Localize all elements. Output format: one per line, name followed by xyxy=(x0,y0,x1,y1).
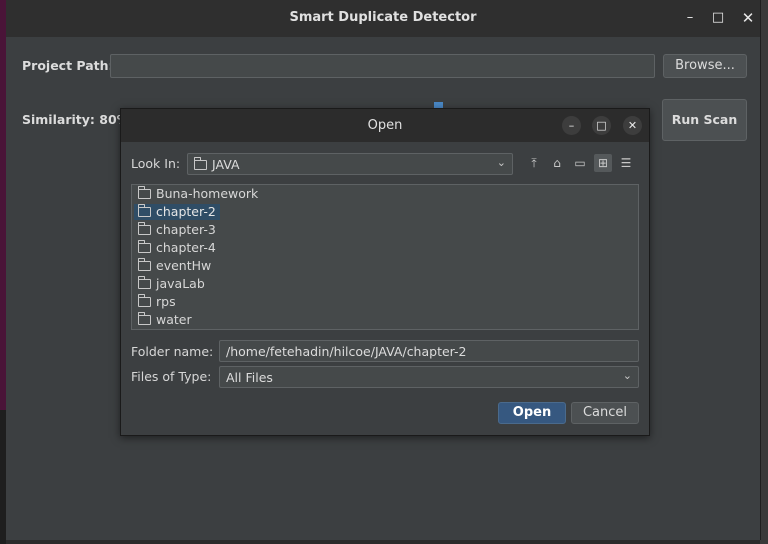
list-item[interactable]: Buna-homework xyxy=(134,186,262,202)
chevron-down-icon: ⌄ xyxy=(496,156,506,169)
chevron-down-icon: ⌄ xyxy=(622,369,632,382)
list-item[interactable]: javaLab xyxy=(134,276,209,292)
list-item-label: chapter-2 xyxy=(156,204,216,219)
look-in-dropdown[interactable]: JAVA ⌄ xyxy=(187,153,513,175)
project-path-label: Project Path: xyxy=(22,58,114,73)
folder-icon xyxy=(138,312,151,325)
open-dialog: Open – □ ✕ Look In: JAVA ⌄ ⤒ ⌂ ▭ ⊞ ☰ Bun… xyxy=(120,108,650,436)
window-titlebar: Smart Duplicate Detector – □ ✕ xyxy=(6,0,760,37)
maximize-icon[interactable]: □ xyxy=(709,9,727,27)
folder-name-input[interactable]: /home/fetehadin/hilcoe/JAVA/chapter-2 xyxy=(219,340,639,362)
close-icon[interactable]: ✕ xyxy=(739,9,757,27)
list-item[interactable]: chapter-2 xyxy=(134,204,220,220)
similarity-label: Similarity: 80% xyxy=(22,112,130,127)
up-folder-icon[interactable]: ⤒ xyxy=(525,154,543,172)
folder-name-label: Folder name: xyxy=(131,344,214,359)
look-in-label: Look In: xyxy=(131,156,181,171)
home-icon[interactable]: ⌂ xyxy=(548,154,566,172)
folder-icon xyxy=(138,276,151,289)
folder-icon xyxy=(138,294,151,307)
file-list[interactable]: Buna-homework chapter-2 chapter-3 chapter-4… xyxy=(131,184,639,330)
window-title: Smart Duplicate Detector xyxy=(289,10,477,25)
files-of-type-label: Files of Type: xyxy=(131,369,212,384)
details-view-icon[interactable]: ☰ xyxy=(617,154,635,172)
project-path-input[interactable] xyxy=(110,54,655,78)
run-scan-button[interactable]: Run Scan xyxy=(662,99,747,141)
list-item-label: eventHw xyxy=(156,258,212,273)
folder-icon xyxy=(138,258,151,271)
list-item-label: Buna-homework xyxy=(156,186,259,201)
dialog-maximize-icon[interactable]: □ xyxy=(592,116,611,135)
folder-icon xyxy=(138,186,151,199)
list-item-label: javaLab xyxy=(156,276,205,291)
folder-icon xyxy=(138,204,151,217)
list-item-label: chapter-3 xyxy=(156,222,216,237)
browse-button[interactable]: Browse... xyxy=(663,54,747,78)
new-folder-icon[interactable]: ▭ xyxy=(571,154,589,172)
list-view-icon[interactable]: ⊞ xyxy=(594,154,612,172)
files-of-type-dropdown[interactable]: All Files ⌄ xyxy=(219,366,639,388)
minimize-icon[interactable]: – xyxy=(681,9,699,27)
list-item[interactable]: eventHw xyxy=(134,258,215,274)
folder-icon xyxy=(194,157,207,170)
folder-name-value: /home/fetehadin/hilcoe/JAVA/chapter-2 xyxy=(226,344,467,359)
desktop-background-right xyxy=(760,0,768,544)
list-item-label: rps xyxy=(156,294,176,309)
dialog-close-icon[interactable]: ✕ xyxy=(623,116,642,135)
open-button[interactable]: Open xyxy=(498,402,566,424)
look-in-value: JAVA xyxy=(212,157,240,172)
list-item-label: chapter-4 xyxy=(156,240,216,255)
list-item[interactable]: chapter-4 xyxy=(134,240,220,256)
files-of-type-value: All Files xyxy=(226,370,273,385)
folder-icon xyxy=(138,222,151,235)
dialog-minimize-icon[interactable]: – xyxy=(562,116,581,135)
folder-icon xyxy=(138,240,151,253)
list-item[interactable]: chapter-3 xyxy=(134,222,220,238)
list-item[interactable]: rps xyxy=(134,294,180,310)
cancel-button[interactable]: Cancel xyxy=(571,402,639,424)
list-item-label: water xyxy=(156,312,192,327)
dialog-titlebar: Open – □ ✕ xyxy=(121,109,649,142)
list-item[interactable]: water xyxy=(134,312,196,328)
